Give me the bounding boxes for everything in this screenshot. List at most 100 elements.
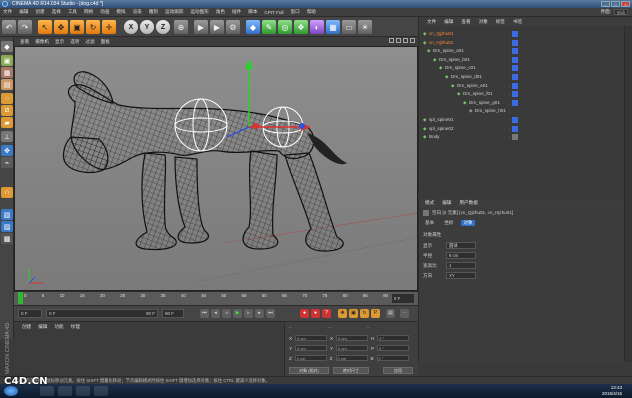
axis-mode-icon[interactable]: ⊥ [1,131,13,142]
keyframe-selection-icon[interactable]: ? [322,309,331,318]
object-name[interactable]: Dm_spine_f01 [463,90,493,98]
apply-button[interactable]: 应用 [383,367,413,374]
render-settings-icon[interactable]: ⚙ [226,20,240,34]
timeline-options-icon[interactable]: ▤ [386,309,395,318]
object-tag-icon[interactable] [512,134,518,141]
attribute-menu-userdata[interactable]: 用户数据 [459,200,477,206]
record-rotation-icon[interactable]: ↻ [360,309,369,318]
object-name[interactable]: cn_Hjzhu01 [429,39,453,47]
model-mode-icon[interactable]: ▣ [1,55,13,66]
make-editable-icon[interactable]: ◆ [1,41,13,52]
menu-animate[interactable]: 动画 [100,9,109,15]
orientation-dropdown[interactable]: XY [446,272,476,279]
object-menu-bookmarks[interactable]: 书签 [513,19,522,25]
menu-select[interactable]: 选择 [52,9,61,15]
render-picture-viewer-icon[interactable]: ▶ [210,20,224,34]
redo-icon[interactable]: ↷ [18,20,32,34]
object-row[interactable]: ◆ Dm_spine_a01 ⁚ [419,47,625,55]
object-name[interactable]: spl_spine01 [429,116,454,124]
nurbs-icon[interactable]: ◎ [278,20,292,34]
last-tool-icon[interactable]: ✛ [102,20,116,34]
size-z-field[interactable]: 0 cm [335,355,368,361]
previous-frame-icon[interactable]: ◃ [222,309,231,318]
object-name[interactable]: Dm_spine_a01 [433,47,464,55]
timeline-ruler[interactable]: 0 5 10 15 20 25 30 35 40 45 50 55 60 65 … [14,291,418,305]
menu-motion-tracking[interactable]: 运动跟踪 [165,9,183,15]
menu-tools[interactable]: 工具 [68,9,77,15]
object-tag-icon[interactable] [512,65,518,72]
object-row[interactable]: ◆ Body ⁚ [419,133,625,141]
viewport-menu-cameras[interactable]: 摄像机 [35,39,49,45]
object-tag-icon[interactable] [512,48,518,55]
array-icon[interactable]: ❖ [294,20,308,34]
viewport-menu-view[interactable]: 查看 [20,39,29,45]
workplane-icon[interactable]: ▧ [1,209,13,220]
object-menu-view[interactable]: 查看 [461,19,470,25]
attribute-menu-mode[interactable]: 模式 [425,200,434,206]
close-button[interactable]: × [621,1,630,7]
material-menu-edit[interactable]: 编辑 [38,324,47,330]
polygons-mode-icon[interactable]: ▰ [1,117,13,128]
move-tool-icon[interactable]: ✥ [54,20,68,34]
object-row[interactable]: ◆ Dm_spine_h01 ⁚ [419,107,625,115]
preview-range-slider[interactable]: 0 F 90 F [46,309,158,318]
perspective-viewport[interactable]: 透视视图 [14,46,418,291]
object-tag-icon[interactable] [512,99,518,106]
coordinate-mode-dropdown[interactable]: 对象 (相对) [289,367,329,374]
object-tag-icon[interactable] [512,82,518,89]
object-row[interactable]: ◆ cn_Qjzhu01 ⁚ [419,30,625,38]
snap-icon[interactable]: ⌁ [1,157,13,168]
timeline-playhead[interactable] [18,292,23,304]
menu-window[interactable]: 窗口 [290,9,299,15]
play-icon[interactable]: ▶ [233,309,242,318]
object-name[interactable]: Dm_spine_g01 [469,99,500,107]
object-menu-file[interactable]: 文件 [427,19,436,25]
radius-field[interactable]: 8 cm [446,252,476,259]
magnet-icon[interactable]: ∩ [1,187,13,198]
timeline-layout-icon[interactable]: ⋯ [400,309,409,318]
menu-character[interactable]: 角色 [216,9,225,15]
menu-render[interactable]: 渲染 [133,9,142,15]
spline-pen-icon[interactable]: ✎ [262,20,276,34]
object-name[interactable]: spl_spine02 [429,125,454,133]
taskbar-app-icon[interactable] [58,386,72,396]
record-position-icon[interactable]: ✥ [338,309,347,318]
minimize-button[interactable]: – [601,1,610,7]
texture-mode-icon[interactable]: ▦ [1,67,13,78]
live-selection-icon[interactable]: ↖ [38,20,52,34]
undo-icon[interactable]: ↶ [2,20,16,34]
object-row[interactable]: ◆ cn_Hjzhu01 ⁚ [419,39,625,47]
menu-script[interactable]: 脚本 [248,9,257,15]
object-name[interactable]: Dm_spine_d01 [451,73,482,81]
menu-help[interactable]: 帮助 [307,9,316,15]
layout-dropdown[interactable]: 启动 [614,9,628,15]
x-axis-lock-icon[interactable]: X [124,20,138,34]
pan-view-icon[interactable] [389,38,394,43]
record-scale-icon[interactable]: ▣ [349,309,358,318]
y-axis-lock-icon[interactable]: Y [140,20,154,34]
menu-simulate[interactable]: 模拟 [116,9,125,15]
menu-create[interactable]: 创建 [35,9,44,15]
object-tag-icon[interactable] [512,91,518,98]
display-dropdown[interactable]: 圆球 [446,242,476,249]
toggle-view-icon[interactable] [410,38,415,43]
maximize-button[interactable]: □ [611,1,620,7]
menu-edit[interactable]: 编辑 [19,9,28,15]
record-keys-icon[interactable]: ● [300,309,309,318]
rotation-h-field[interactable]: 0 ° [377,335,410,341]
menu-mograph[interactable]: 运动图形 [190,9,208,15]
position-x-field[interactable]: 0 cm [295,335,328,341]
rotation-p-field[interactable]: 0 ° [377,345,410,351]
attribute-menu-edit[interactable]: 编辑 [442,200,451,206]
material-menu-create[interactable]: 创建 [22,324,31,330]
next-frame-icon[interactable]: ▹ [244,309,253,318]
size-mode-dropdown[interactable]: 绝对尺寸 [333,367,369,374]
zoom-view-icon[interactable] [396,38,401,43]
material-menu-function[interactable]: 功能 [54,324,63,330]
object-row[interactable]: ◆ Dm_spine_e01 ⁚ [419,82,625,90]
object-name[interactable]: Dm_spine_c01 [445,64,476,72]
position-y-field[interactable]: 0 cm [295,345,328,351]
object-name[interactable]: Body [429,133,439,141]
tab-basic[interactable]: 基本 [423,220,436,226]
aspect-field[interactable]: 1 [446,262,476,269]
